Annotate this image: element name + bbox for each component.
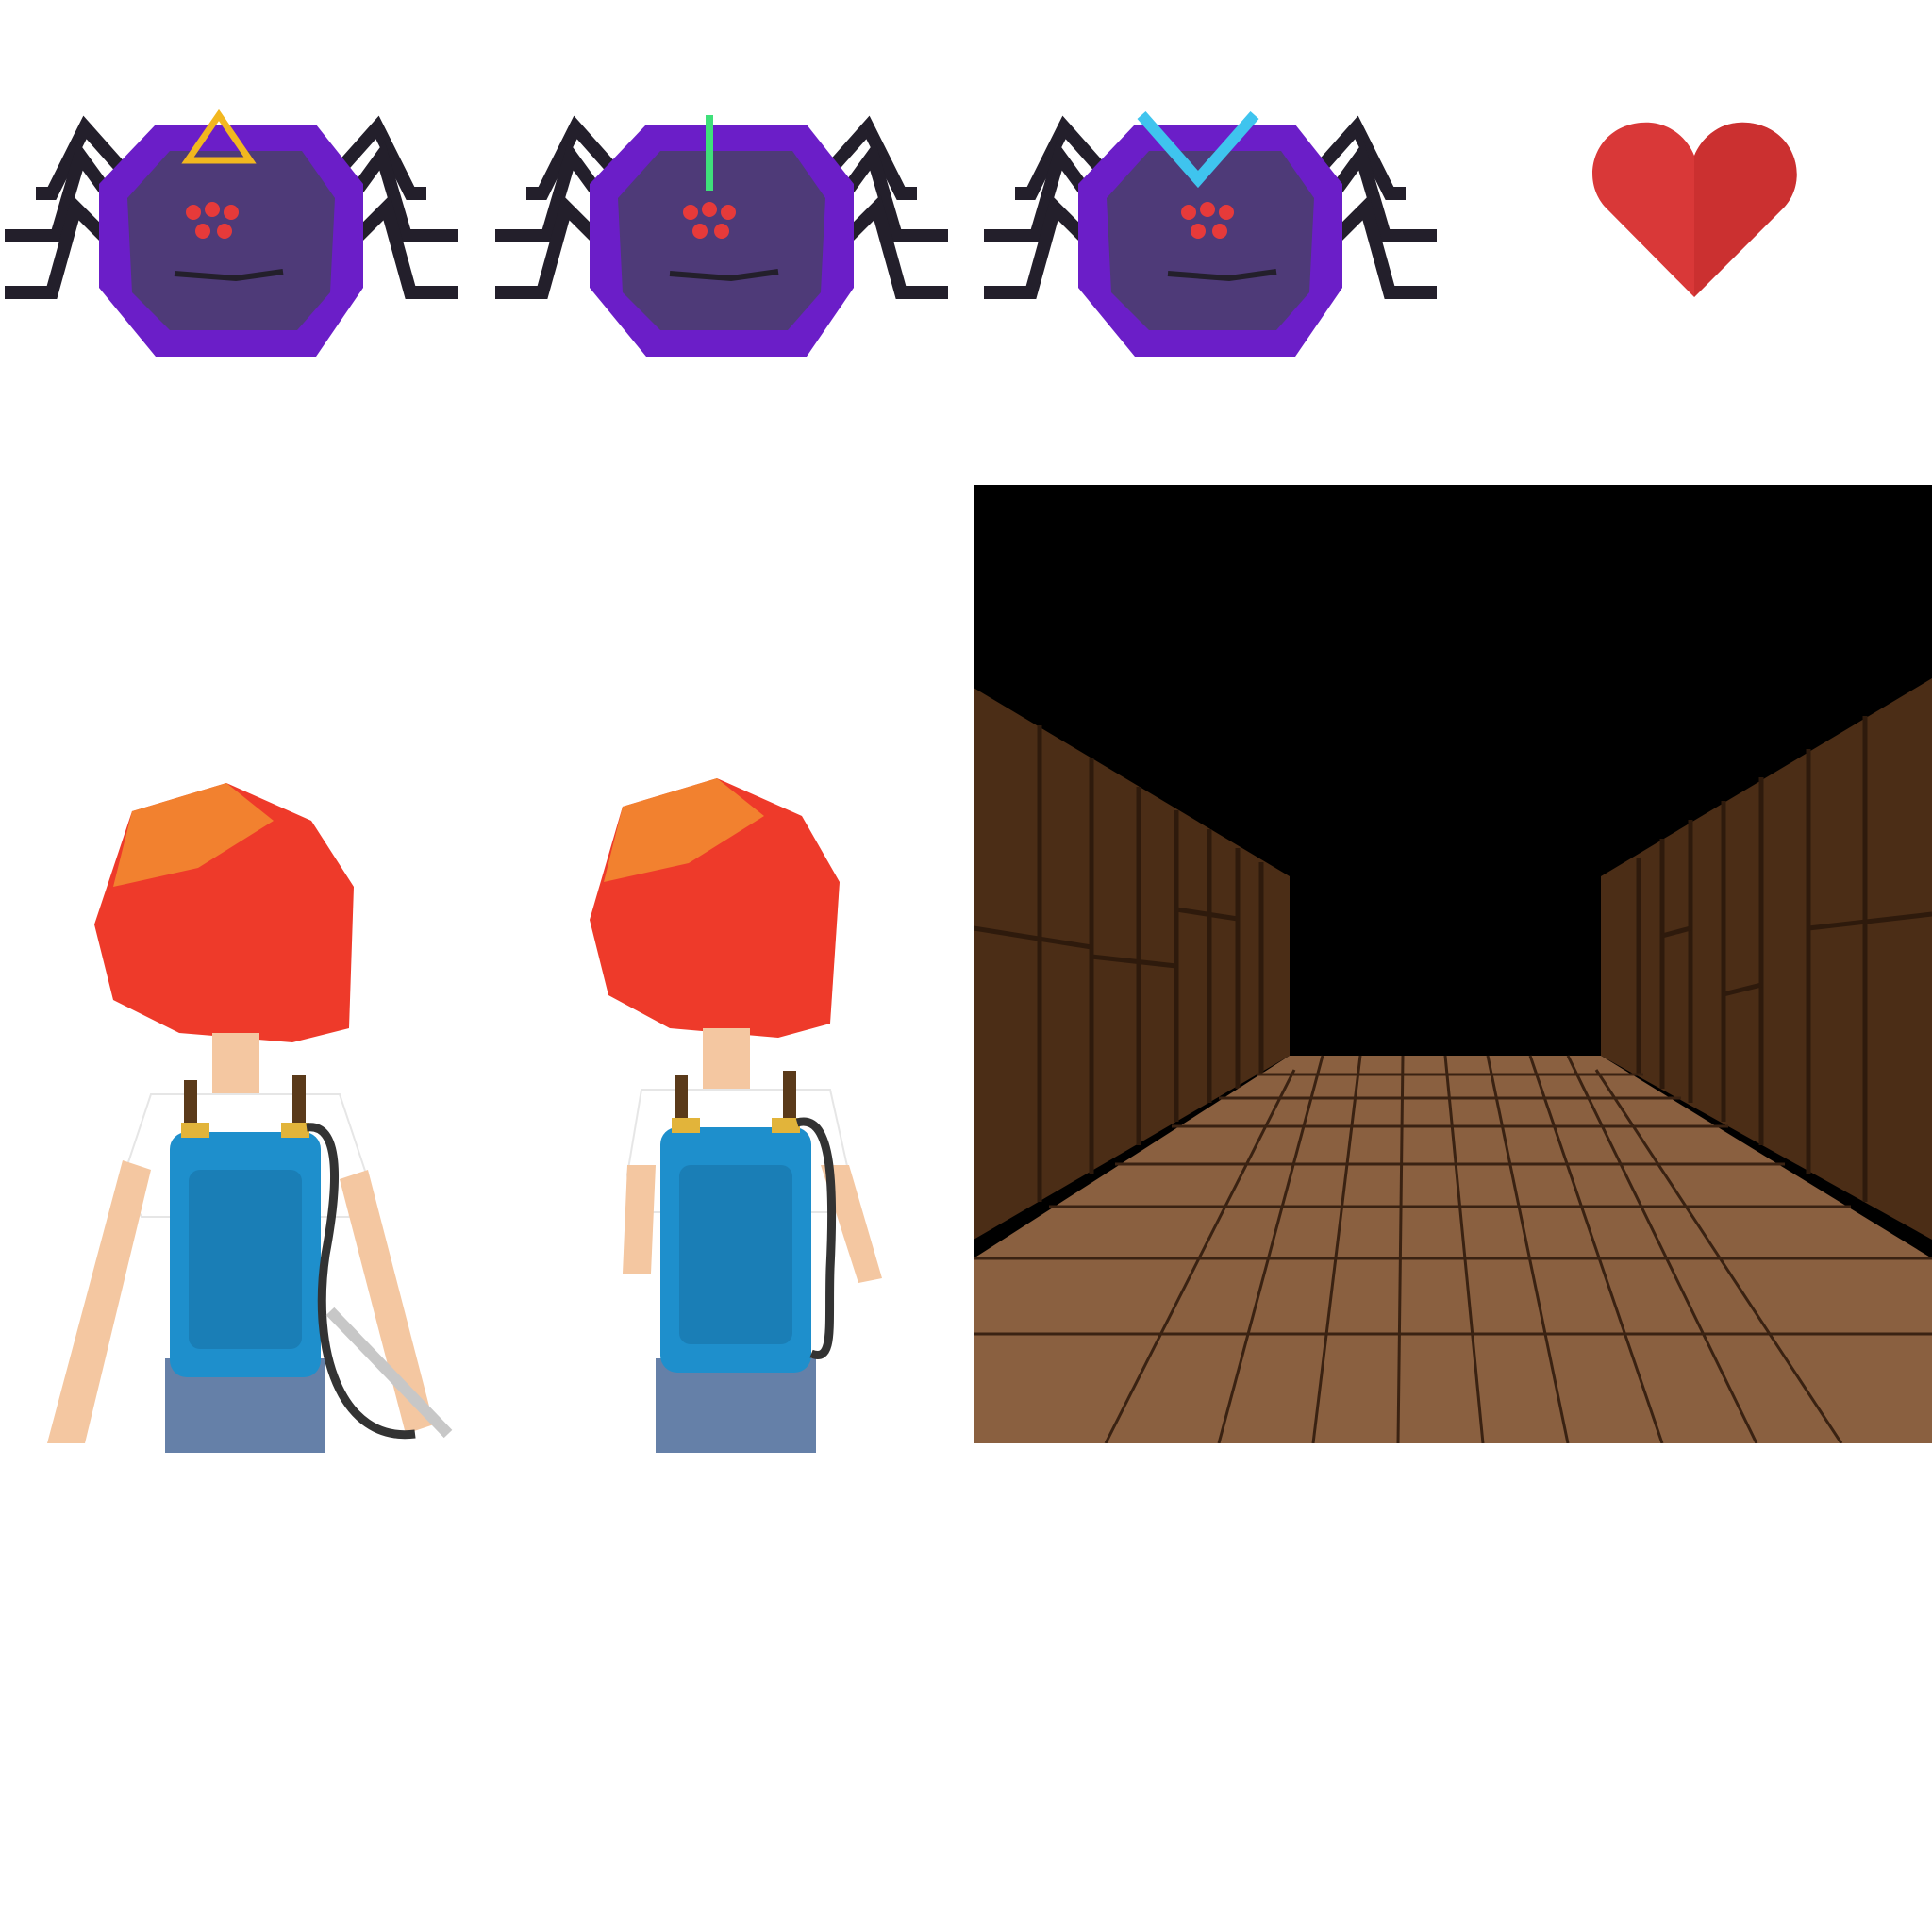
right-arm bbox=[340, 1170, 434, 1434]
player-back-sprite bbox=[47, 783, 453, 1453]
spider-face bbox=[618, 151, 825, 330]
backpack-cap-right bbox=[281, 1123, 309, 1138]
backpack-cap-left bbox=[672, 1118, 700, 1133]
corridor-scene bbox=[974, 485, 1932, 1443]
backpack-cap-left bbox=[181, 1123, 209, 1138]
left-arm bbox=[47, 1160, 151, 1443]
backpack-panel bbox=[679, 1165, 792, 1344]
player-back-sprite-alt bbox=[590, 778, 882, 1453]
spider-face bbox=[127, 151, 335, 330]
left-arm bbox=[623, 1165, 656, 1274]
backpack-panel bbox=[189, 1170, 302, 1349]
spider-chevron-sprite bbox=[984, 111, 1437, 357]
heart-icon bbox=[1592, 122, 1797, 297]
backpack-cap-right bbox=[772, 1118, 800, 1133]
spider-triangle-sprite bbox=[5, 108, 458, 357]
spider-face bbox=[1107, 151, 1314, 330]
spider-line-sprite bbox=[495, 115, 948, 357]
